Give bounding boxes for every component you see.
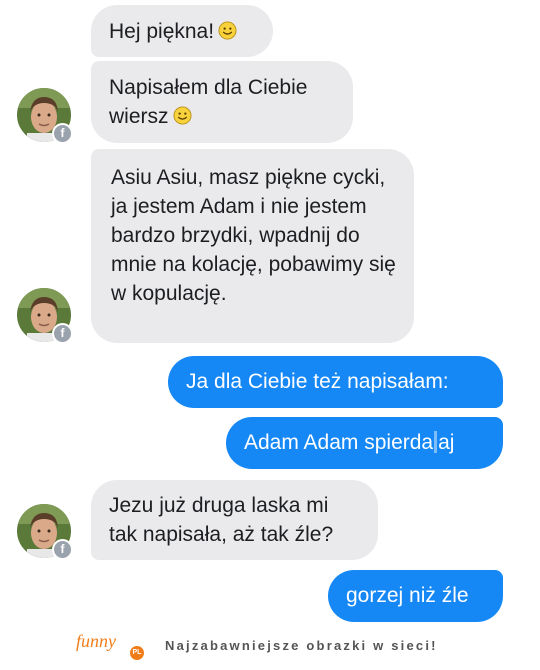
message-text-start: Adam Adam spierda: [244, 431, 434, 454]
message-text: Asiu Asiu, masz piękne cycki, ja jestem …: [111, 166, 396, 305]
sender-avatar[interactable]: f: [17, 288, 73, 344]
message-text: Napisałem dla Ciebie wiersz: [109, 76, 308, 128]
facebook-icon: f: [52, 539, 73, 560]
message-text: Jezu już druga laska mi tak napisała, aż…: [109, 494, 334, 546]
footer-tagline: Najzabawniejsze obrazki w sieci!: [165, 638, 438, 653]
message-outgoing: Ja dla Ciebie też napisałam:: [168, 356, 503, 408]
message-outgoing: gorzej niż źle: [328, 570, 503, 622]
message-text: Ja dla Ciebie też napisałam:: [186, 370, 449, 393]
message-incoming: Jezu już druga laska mi tak napisała, aż…: [91, 480, 378, 560]
message-outgoing: Adam Adam spierda aj: [226, 417, 503, 469]
chat-thread: Hej piękna! Napisałem dla Ciebie wiersz …: [0, 0, 540, 626]
message-text-end: aj: [438, 431, 455, 454]
text-cursor: [434, 431, 438, 453]
message-text: Hej piękna!: [109, 20, 215, 43]
brand-logo: funny: [76, 631, 116, 651]
message-incoming: Asiu Asiu, masz piękne cycki, ja jestem …: [91, 149, 414, 343]
message-text: gorzej niż źle: [346, 584, 469, 607]
blank-overlay: [10, 578, 273, 626]
brand-logo-badge: PL: [130, 646, 144, 660]
facebook-icon: f: [52, 323, 73, 344]
smiley-emoji: [172, 106, 192, 125]
smiley-emoji: [218, 21, 237, 40]
message-incoming: Napisałem dla Ciebie wiersz: [91, 61, 353, 143]
sender-avatar[interactable]: f: [17, 88, 73, 144]
facebook-icon: f: [52, 123, 73, 144]
sender-avatar[interactable]: f: [17, 504, 73, 560]
message-incoming: Hej piękna!: [91, 5, 273, 57]
